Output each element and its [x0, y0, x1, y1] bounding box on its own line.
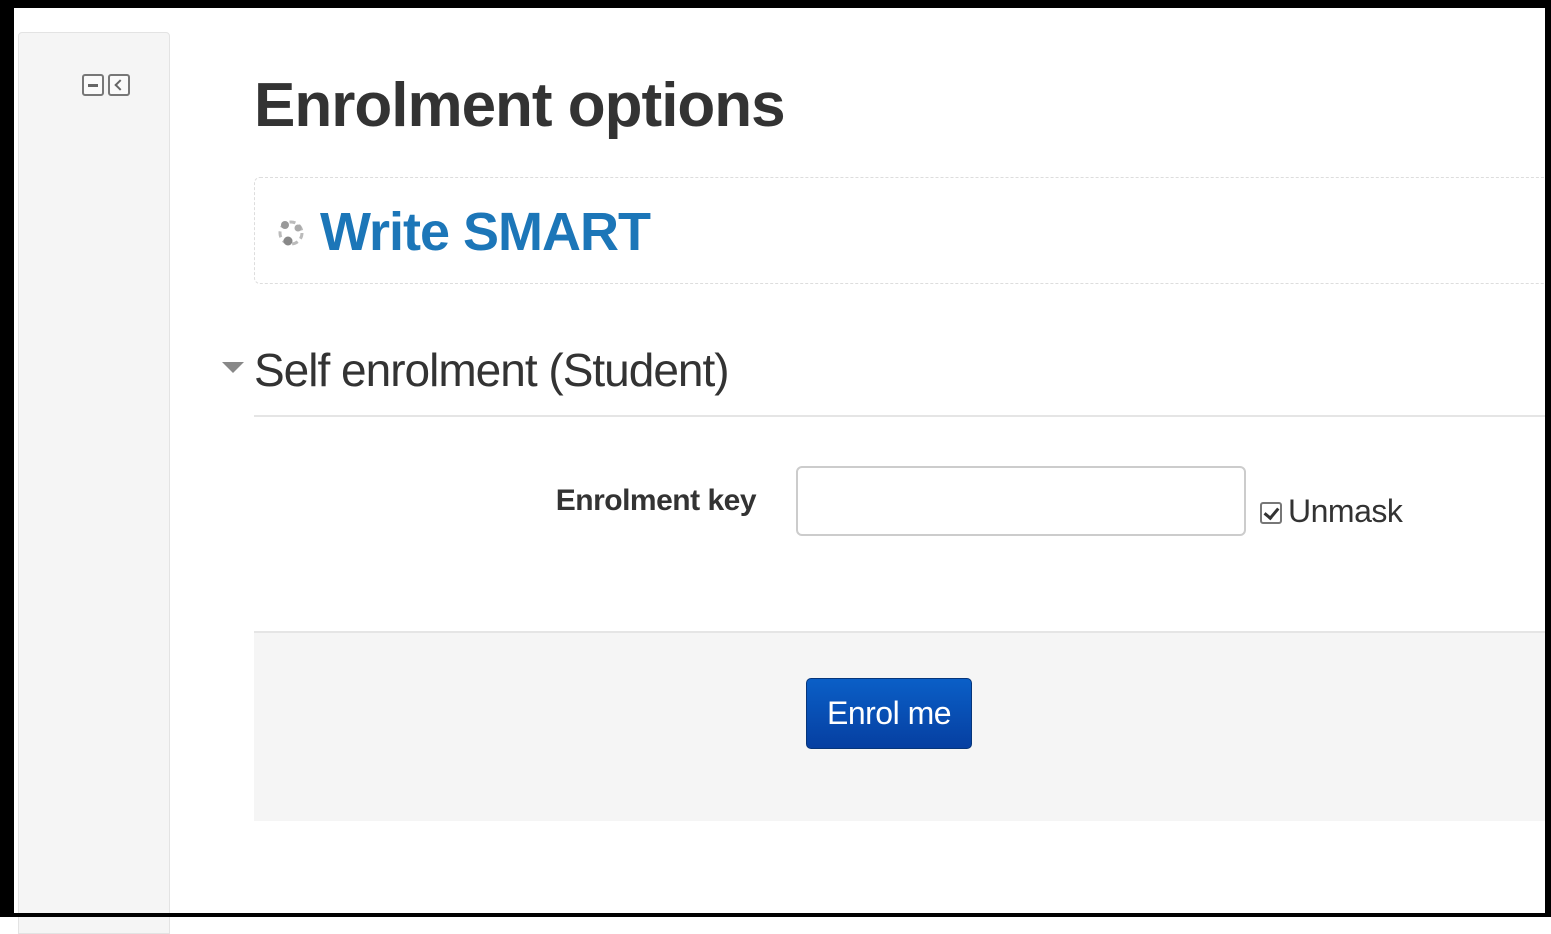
enrolment-key-label: Enrolment key	[555, 484, 757, 517]
unmask-label: Unmask	[1288, 493, 1403, 529]
enrol-me-button[interactable]: Enrol me	[806, 678, 972, 749]
chevron-left-square-icon[interactable]	[108, 74, 130, 96]
course-icon	[278, 220, 304, 246]
minus-square-icon[interactable]	[82, 74, 104, 96]
block-region-sidebar	[18, 32, 170, 934]
section-divider	[254, 415, 1551, 417]
course-name-link[interactable]: Write SMART	[320, 200, 651, 264]
unmask-checkbox[interactable]: Unmask	[1260, 492, 1403, 530]
section-legend[interactable]: Self enrolment (Student)	[254, 340, 730, 400]
enrolment-key-input[interactable]	[796, 466, 1246, 536]
checkbox-checked-icon[interactable]	[1260, 502, 1282, 524]
caret-down-icon[interactable]	[222, 362, 244, 373]
page-title: Enrolment options	[254, 71, 786, 140]
block-controls	[82, 74, 130, 96]
